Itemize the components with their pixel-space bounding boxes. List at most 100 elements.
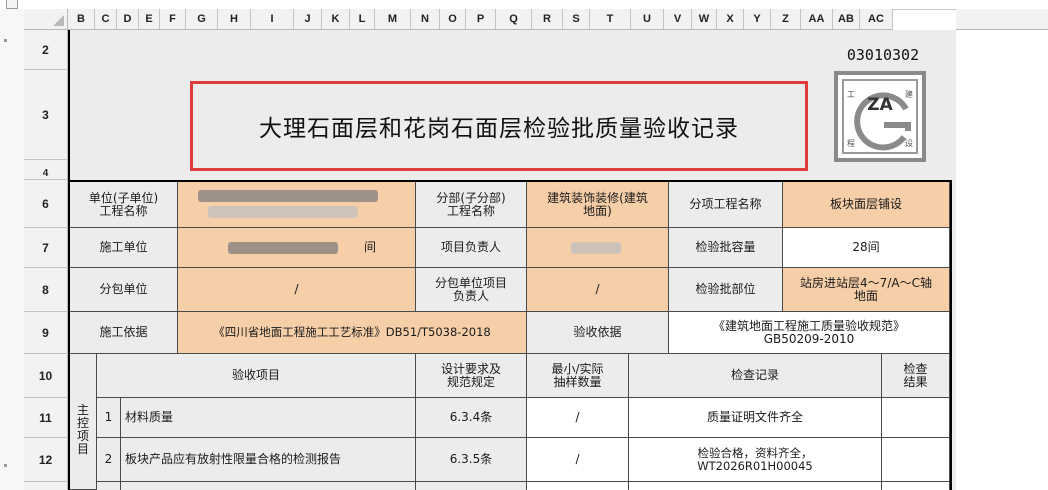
column-header-ac[interactable]: AC <box>860 9 893 30</box>
table-row-clause[interactable]: 6.3.5条 <box>416 438 527 482</box>
subdivision-value[interactable]: 建筑装饰装修(建筑 地面) <box>527 182 669 228</box>
column-header-e[interactable]: E <box>139 9 160 30</box>
table-row-number[interactable]: 2 <box>97 438 121 482</box>
column-header-aa[interactable]: AA <box>801 9 833 30</box>
sheet-empty-area[interactable] <box>956 30 1048 490</box>
unit-label[interactable]: 单位(子单位) 工程名称 <box>70 182 178 228</box>
column-header-w[interactable]: W <box>692 9 717 30</box>
location-value[interactable]: 站房进站层4～7/A～C轴 地面 <box>783 268 950 312</box>
column-header-l[interactable]: L <box>350 9 375 30</box>
outline-gutter <box>0 9 25 490</box>
capacity-label[interactable]: 检验批容量 <box>669 228 783 268</box>
row-header-9[interactable]: 9 <box>24 312 68 354</box>
table-row-sample[interactable]: / <box>527 438 629 482</box>
basis-label[interactable]: 施工依据 <box>70 312 178 354</box>
row-header-2[interactable]: 2 <box>24 30 68 70</box>
capacity-value[interactable]: 28间 <box>783 228 950 268</box>
record-header[interactable]: 检查记录 <box>629 354 882 398</box>
row-header-7[interactable]: 7 <box>24 228 68 268</box>
table-row-result[interactable] <box>882 438 950 482</box>
item-header[interactable]: 验收项目 <box>97 354 416 398</box>
row-header-4[interactable]: 4 <box>24 160 68 180</box>
column-header-p[interactable]: P <box>466 9 496 30</box>
column-header-n[interactable]: N <box>411 9 440 30</box>
column-header-y[interactable]: Y <box>744 9 771 30</box>
column-header-s[interactable]: S <box>563 9 590 30</box>
logo-char: 建 <box>905 90 913 99</box>
project-manager-label[interactable]: 项目负责人 <box>416 228 527 268</box>
table-row-sample[interactable]: / <box>527 398 629 438</box>
location-label[interactable]: 检验批部位 <box>669 268 783 312</box>
outline-marker-icon <box>4 39 7 42</box>
select-all-button[interactable] <box>24 9 68 30</box>
table-row-result[interactable] <box>882 398 950 438</box>
subcontractor-value[interactable]: / <box>178 268 416 312</box>
table-row-number[interactable]: 1 <box>97 398 121 438</box>
column-header-c[interactable]: C <box>95 9 117 30</box>
select-all-icon <box>53 15 64 26</box>
design-header[interactable]: 设计要求及 规范规定 <box>416 354 527 398</box>
column-header-r[interactable]: R <box>532 9 563 30</box>
column-header-g[interactable]: G <box>186 9 218 30</box>
contractor-label[interactable]: 施工单位 <box>70 228 178 268</box>
row-header-12[interactable]: 12 <box>24 438 68 482</box>
subcontractor-label[interactable]: 分包单位 <box>70 268 178 312</box>
unit-value[interactable] <box>178 182 416 228</box>
form-right-border <box>950 180 952 490</box>
column-header-b[interactable]: B <box>68 9 95 30</box>
table-row-record[interactable]: 质量证明文件齐全 <box>629 398 882 438</box>
logo-char: 设 <box>905 139 913 148</box>
column-header-ab[interactable]: AB <box>833 9 860 30</box>
row-header-11[interactable]: 11 <box>24 398 68 438</box>
za-logo: ZA 工 建 程 设 <box>834 71 926 162</box>
project-manager-value[interactable] <box>527 228 669 268</box>
column-header-t[interactable]: T <box>590 9 631 30</box>
row-header-10[interactable]: 10 <box>24 354 68 398</box>
acceptance-basis-value[interactable]: 《建筑地面工程施工质量验收规范》 GB50209-2010 <box>669 312 950 354</box>
column-header-x[interactable]: X <box>717 9 744 30</box>
subitem-label[interactable]: 分项工程名称 <box>669 182 783 228</box>
column-header-i[interactable]: I <box>251 9 294 30</box>
column-header-o[interactable]: O <box>440 9 466 30</box>
table-row-sample[interactable] <box>527 482 629 490</box>
table-row-result[interactable] <box>882 482 950 490</box>
sheet-nav-icon[interactable] <box>6 0 18 9</box>
column-header-v[interactable]: V <box>664 9 692 30</box>
table-row-item[interactable]: 材料质量 <box>121 398 416 438</box>
subdivision-label[interactable]: 分部(子分部) 工程名称 <box>416 182 527 228</box>
table-row-clause[interactable] <box>416 482 527 490</box>
column-header-d[interactable]: D <box>117 9 139 30</box>
form-title: 大理石面层和花岗石面层检验批质量验收记录 <box>259 116 739 142</box>
row-header-6[interactable]: 6 <box>24 180 68 228</box>
basis-value[interactable]: 《四川省地面工程施工工艺标准》DB51/T5038-2018 <box>178 312 527 354</box>
subitem-value[interactable]: 板块面层铺设 <box>783 182 950 228</box>
sample-header[interactable]: 最小/实际 抽样数量 <box>527 354 629 398</box>
sub-pm-value[interactable]: / <box>527 268 669 312</box>
column-header-k[interactable]: K <box>322 9 350 30</box>
column-header-q[interactable]: Q <box>496 9 532 30</box>
row-header-partial[interactable] <box>24 482 68 490</box>
logo-char: 工 <box>847 90 855 99</box>
table-row-item[interactable]: 板块产品应有放射性限量合格的检测报告 <box>121 438 416 482</box>
column-header-j[interactable]: J <box>294 9 322 30</box>
table-row-number[interactable] <box>97 482 121 490</box>
column-header-f[interactable]: F <box>160 9 186 30</box>
column-header-m[interactable]: M <box>375 9 411 30</box>
table-row-record[interactable]: 检验合格，资料齐全， WT2026R01H00045 <box>629 438 882 482</box>
logo-char: 程 <box>847 139 855 148</box>
column-header-h[interactable]: H <box>218 9 251 30</box>
main-control-label[interactable]: 主 控 项 目 <box>70 354 97 490</box>
table-row-item[interactable] <box>121 482 416 490</box>
result-header[interactable]: 检查 结果 <box>882 354 950 398</box>
sub-pm-label[interactable]: 分包单位项目 负责人 <box>416 268 527 312</box>
title-cell[interactable]: 大理石面层和花岗石面层检验批质量验收记录 <box>190 81 808 171</box>
column-header-u[interactable]: U <box>631 9 664 30</box>
row-header-3[interactable]: 3 <box>24 70 68 160</box>
acceptance-basis-label[interactable]: 验收依据 <box>527 312 669 354</box>
contractor-suffix: 间 <box>364 240 377 254</box>
column-header-z[interactable]: Z <box>771 9 801 30</box>
table-row-record[interactable] <box>629 482 882 490</box>
row-header-8[interactable]: 8 <box>24 268 68 312</box>
contractor-value[interactable]: 间 <box>178 228 416 268</box>
table-row-clause[interactable]: 6.3.4条 <box>416 398 527 438</box>
